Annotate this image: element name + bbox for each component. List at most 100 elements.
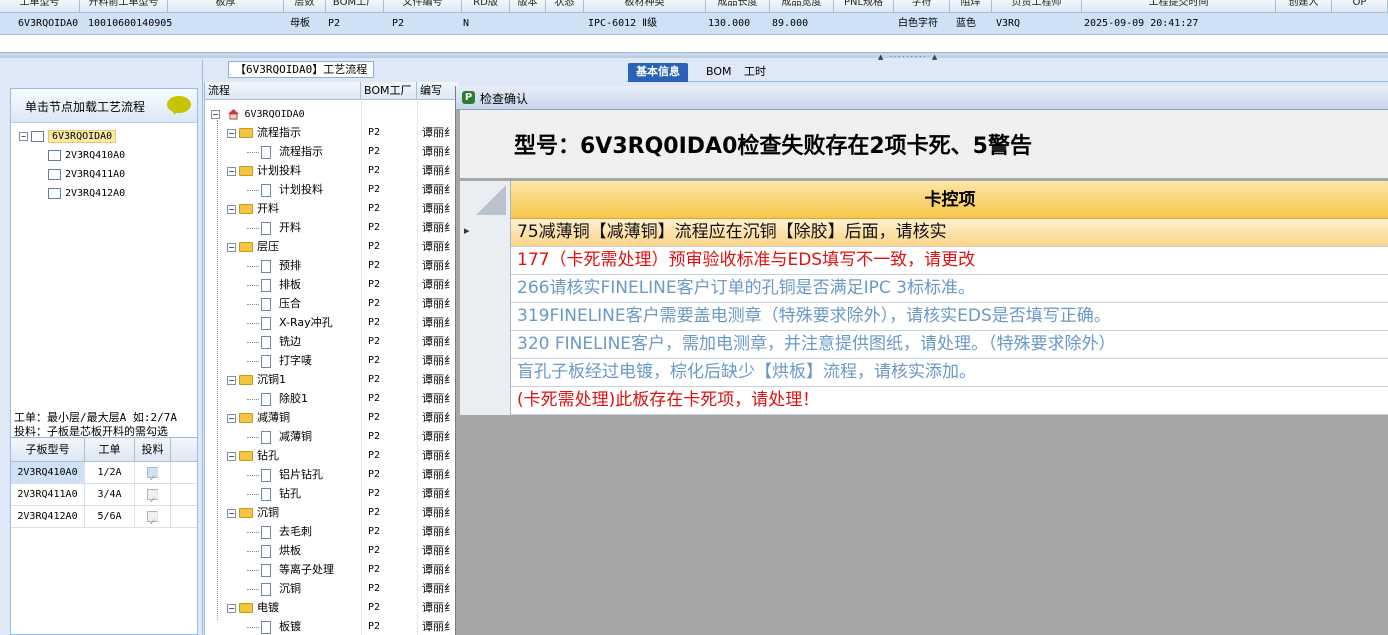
col-header[interactable]: 板材种类	[584, 0, 706, 13]
collapse-icon[interactable]: −	[227, 508, 236, 518]
collapse-icon[interactable]: −	[227, 375, 236, 385]
splitter-grip-icon[interactable]: ▲ ········· ▲	[878, 53, 939, 61]
col-header[interactable]: 层数	[284, 0, 326, 13]
process-group-row[interactable]: − 开料 P2 谭丽纟	[205, 199, 458, 218]
process-group-row[interactable]: − 层压 P2 谭丽纟	[205, 237, 458, 256]
collapse-icon[interactable]: −	[227, 166, 236, 176]
process-step-row[interactable]: 等离子处理 P2 谭丽纟	[205, 560, 458, 579]
col-header[interactable]: 文件编号	[384, 0, 462, 13]
process-step-row[interactable]: 铝片钻孔 P2 谭丽纟	[205, 465, 458, 484]
cell-order[interactable]: 5/6A	[85, 506, 135, 527]
cell-order[interactable]: 1/2A	[85, 462, 135, 483]
tab-basic-info[interactable]: 基本信息	[628, 63, 688, 82]
col-header[interactable]: 成品宽度	[770, 0, 834, 13]
col-header[interactable]: 负责工程师	[992, 0, 1082, 13]
col-header[interactable]: 工程提交时间	[1082, 0, 1276, 13]
check-item-row[interactable]: 266请核实FINELINE客户订单的孔铜是否满足IPC 3标标准。	[460, 275, 1388, 303]
tree-node-root[interactable]: − 6V3RQOIDA0	[19, 127, 125, 146]
col-header[interactable]: 工单	[85, 438, 135, 461]
process-step-row[interactable]: 铣边 P2 谭丽纟	[205, 332, 458, 351]
process-step-row[interactable]: 板镀 P2 谭丽纟	[205, 617, 458, 635]
process-step-row[interactable]: 计划投料 P2 谭丽纟	[205, 180, 458, 199]
col-header[interactable]: 创建人	[1276, 0, 1332, 13]
process-step-row[interactable]: 排板 P2 谭丽纟	[205, 275, 458, 294]
col-header[interactable]: 字符	[894, 0, 950, 13]
col-header[interactable]: OP	[1332, 0, 1388, 13]
check-item-row[interactable]: 盲孔子板经过电镀，棕化后缺少【烘板】流程，请核实添加。	[460, 359, 1388, 387]
collapse-icon[interactable]: −	[19, 131, 28, 141]
row-header[interactable]	[460, 247, 511, 275]
process-tab[interactable]: 【6V3RQOIDA0】工艺流程	[228, 61, 375, 78]
process-step-row[interactable]: 开料 P2 谭丽纟	[205, 218, 458, 237]
process-step-row[interactable]: 除胶1 P2 谭丽纟	[205, 389, 458, 408]
col-header[interactable]: 成品长度	[706, 0, 770, 13]
check-item-row[interactable]: 320 FINELINE客户，需加电测章，并注意提供图纸，请处理。（特殊要求除外…	[460, 331, 1388, 359]
load-process-button[interactable]: 单击节点加载工艺流程	[11, 89, 197, 123]
col-header[interactable]: 版本	[510, 0, 546, 13]
tree-node-child[interactable]: 2V3RQ411A0	[19, 165, 125, 184]
order-grid-row[interactable]: 6V3RQOIDA0 10010600140905 母板 P2 P2 N IPC…	[0, 13, 1388, 35]
process-group-row[interactable]: − 减薄铜 P2 谭丽纟	[205, 408, 458, 427]
check-item-row[interactable]: 75减薄铜【减薄铜】流程应在沉铜【除胶】后面，请核实	[460, 219, 1388, 247]
col-header[interactable]: PNL规格	[834, 0, 894, 13]
tab-hours[interactable]: 工时	[736, 63, 774, 82]
collapse-icon[interactable]: −	[227, 603, 236, 613]
col-header[interactable]: 编写	[417, 82, 458, 100]
process-group-row[interactable]: − 流程指示 P2 谭丽纟	[205, 123, 458, 142]
process-root[interactable]: − 6V3RQOIDA0	[205, 104, 458, 123]
col-header[interactable]: 状态	[546, 0, 584, 13]
collapse-icon[interactable]: −	[227, 451, 236, 461]
horizontal-splitter[interactable]: ▲ ········· ▲	[0, 52, 1388, 61]
col-header[interactable]: 卡控项	[511, 181, 1388, 219]
feed-checkbox[interactable]: ✓	[147, 466, 158, 484]
process-group-row[interactable]: − 沉铜1 P2 谭丽纟	[205, 370, 458, 389]
row-header[interactable]	[460, 331, 511, 359]
col-header[interactable]: 阻焊	[950, 0, 992, 13]
col-header[interactable]: BOM工厂	[326, 0, 384, 13]
feed-checkbox[interactable]: ✓	[147, 510, 158, 528]
col-header[interactable]: 子板型号	[11, 438, 85, 461]
process-step-row[interactable]: 沉铜 P2 谭丽纟	[205, 579, 458, 598]
col-header[interactable]: 投料	[135, 438, 171, 461]
process-step-row[interactable]: 烘板 P2 谭丽纟	[205, 541, 458, 560]
collapse-icon[interactable]: −	[227, 128, 236, 138]
process-step-row[interactable]: 流程指示 P2 谭丽纟	[205, 142, 458, 161]
col-header[interactable]: RD版	[462, 0, 510, 13]
process-step-row[interactable]: 钻孔 P2 谭丽纟	[205, 484, 458, 503]
row-header[interactable]	[460, 219, 511, 247]
dialog-titlebar[interactable]: P 检查确认	[456, 86, 1388, 110]
process-step-row[interactable]: 去毛刺 P2 谭丽纟	[205, 522, 458, 541]
subboard-row[interactable]: 2V3RQ410A0 1/2A ✓	[11, 462, 197, 484]
process-group-row[interactable]: − 沉铜 P2 谭丽纟	[205, 503, 458, 522]
collapse-icon[interactable]: −	[227, 242, 236, 252]
process-step-row[interactable]: X-Ray冲孔 P2 谭丽纟	[205, 313, 458, 332]
collapse-icon[interactable]: −	[211, 109, 220, 119]
col-header[interactable]: 工单型号	[0, 0, 80, 13]
tab-bom[interactable]: BOM	[698, 63, 740, 82]
subboard-row[interactable]: 2V3RQ411A0 3/4A ✓	[11, 484, 197, 506]
col-header[interactable]: BOM工厂	[361, 82, 417, 100]
process-step-row[interactable]: 减薄铜 P2 谭丽纟	[205, 427, 458, 446]
collapse-icon[interactable]: −	[227, 204, 236, 214]
process-step-row[interactable]: 打字唛 P2 谭丽纟	[205, 351, 458, 370]
process-step-row[interactable]: 压合 P2 谭丽纟	[205, 294, 458, 313]
col-header[interactable]: 开料前工单型号	[80, 0, 168, 13]
check-item-row[interactable]: 177（卡死需处理）预审验收标准与EDS填写不一致，请更改	[460, 247, 1388, 275]
tree-node-child[interactable]: 2V3RQ412A0	[19, 184, 125, 203]
row-header[interactable]	[460, 303, 511, 331]
check-item-row[interactable]: (卡死需处理)此板存在卡死项，请处理！	[460, 387, 1388, 415]
process-group-row[interactable]: − 计划投料 P2 谭丽纟	[205, 161, 458, 180]
tree-node-child[interactable]: 2V3RQ410A0	[19, 146, 125, 165]
cell-order[interactable]: 3/4A	[85, 484, 135, 505]
collapse-icon[interactable]: −	[227, 413, 236, 423]
grid-corner[interactable]	[460, 181, 511, 219]
row-header[interactable]	[460, 387, 511, 415]
row-header[interactable]	[460, 275, 511, 303]
subboard-row[interactable]: 2V3RQ412A0 5/6A ✓	[11, 506, 197, 528]
process-group-row[interactable]: − 钻孔 P2 谭丽纟	[205, 446, 458, 465]
row-header[interactable]	[460, 359, 511, 387]
process-step-row[interactable]: 预排 P2 谭丽纟	[205, 256, 458, 275]
check-item-row[interactable]: 319FINELINE客户需要盖电测章（特殊要求除外），请核实EDS是否填写正确…	[460, 303, 1388, 331]
feed-checkbox[interactable]: ✓	[147, 488, 158, 506]
col-header[interactable]: 流程	[205, 82, 361, 100]
